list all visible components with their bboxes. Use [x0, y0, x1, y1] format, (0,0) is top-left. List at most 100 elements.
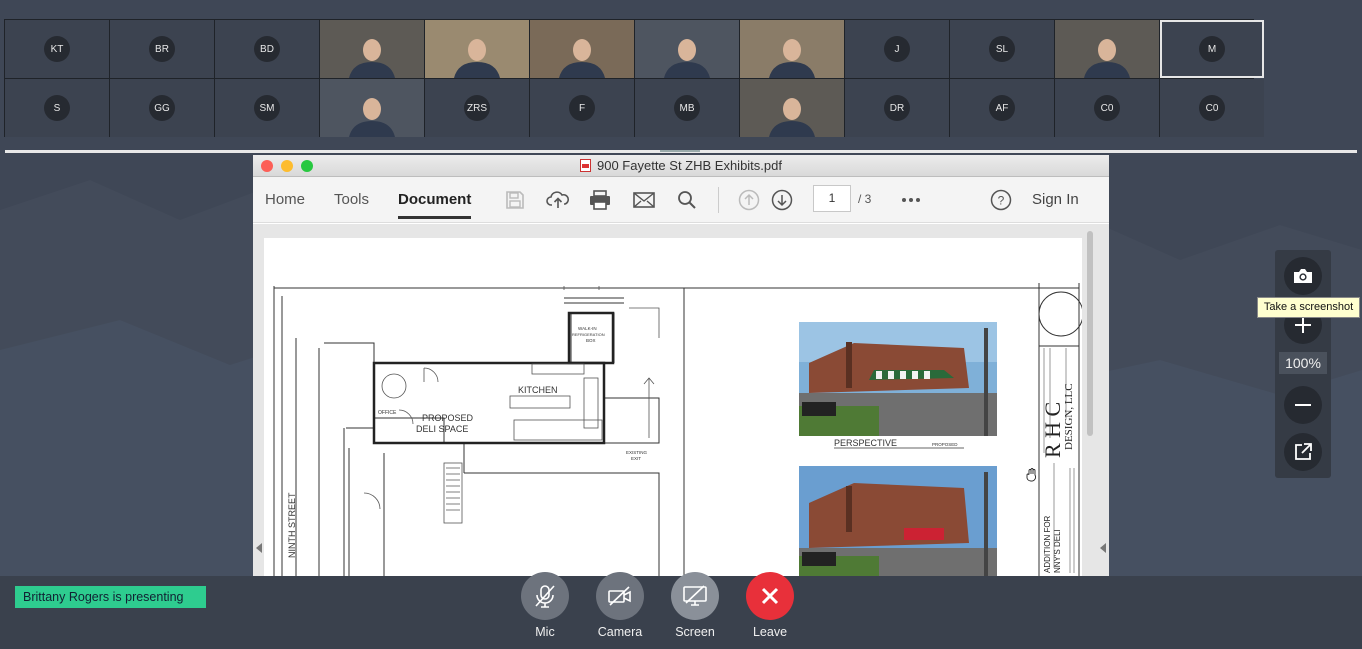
screenshot-button[interactable]: [1284, 257, 1322, 295]
participant-tile[interactable]: MB: [635, 79, 739, 137]
label-perspective: PERSPECTIVE: [834, 438, 897, 448]
label-proposed: PROPOSED: [422, 413, 474, 423]
scrollbar-thumb[interactable]: [1087, 231, 1093, 436]
participant-tile[interactable]: C0: [1160, 79, 1264, 137]
search-icon[interactable]: [675, 188, 699, 212]
divider-handle[interactable]: [660, 150, 700, 152]
mic-button[interactable]: [521, 572, 569, 620]
participant-tile[interactable]: KT: [5, 20, 109, 78]
previous-page-icon[interactable]: [737, 188, 761, 212]
participant-tile[interactable]: [320, 79, 424, 137]
participant-tile[interactable]: [320, 20, 424, 78]
participant-tile[interactable]: SL: [950, 20, 1054, 78]
avatar: ZRS: [464, 95, 490, 121]
next-page-icon[interactable]: [770, 188, 794, 212]
participant-tile[interactable]: BD: [215, 20, 319, 78]
participant-tile[interactable]: [740, 20, 844, 78]
zoom-out-button[interactable]: [1284, 386, 1322, 424]
page-number-input[interactable]: 1: [813, 185, 851, 212]
label-box: BOX: [586, 338, 596, 343]
maximize-window-button[interactable]: [301, 160, 313, 172]
label-exit: EXIT: [631, 456, 641, 461]
participant-tile[interactable]: J: [845, 20, 949, 78]
participant-video-icon: [349, 39, 395, 78]
minimize-window-button[interactable]: [281, 160, 293, 172]
participant-video-icon: [769, 39, 815, 78]
avatar: BD: [254, 36, 280, 62]
participant-tile[interactable]: SM: [215, 79, 319, 137]
mail-icon[interactable]: [632, 188, 656, 212]
pdf-file-icon: [580, 159, 591, 172]
participant-grid: KT BR BD J SL M S GG SM ZRS F MB DR AF C0 C0: [4, 19, 1264, 137]
label-proposed-small: PROPOSED: [932, 442, 958, 447]
floor-plan-drawing: PROPOSED DELI SPACE KITCHEN OFFICE WALK-…: [273, 283, 1084, 576]
presentation-controls: 100%: [1275, 250, 1331, 478]
avatar: J: [884, 36, 910, 62]
page-total: / 3: [858, 192, 872, 206]
participant-tile[interactable]: GG: [110, 79, 214, 137]
participant-tile[interactable]: AF: [950, 79, 1054, 137]
participant-tile[interactable]: BR: [110, 20, 214, 78]
participant-tile[interactable]: DR: [845, 79, 949, 137]
participant-video-icon: [349, 98, 395, 137]
participant-tile[interactable]: [530, 20, 634, 78]
label-addition: ADDITION FOR: [1043, 515, 1052, 573]
avatar: C0: [1094, 95, 1120, 121]
collapse-panel-arrow-icon[interactable]: [1100, 543, 1106, 553]
participant-tile[interactable]: [425, 20, 529, 78]
label-kitchen: KITCHEN: [518, 385, 558, 395]
tab-document[interactable]: Document: [398, 191, 472, 219]
participant-tile[interactable]: [1055, 20, 1159, 78]
screenshot-tooltip: Take a screenshot: [1257, 297, 1360, 318]
plus-icon: [1295, 317, 1311, 333]
presenting-badge: Brittany Rogers is presenting: [15, 586, 206, 608]
label-walkin: WALK-IN: [578, 326, 597, 331]
document-viewport[interactable]: PROPOSED DELI SPACE KITCHEN OFFICE WALK-…: [253, 224, 1109, 576]
minus-icon: [1295, 404, 1311, 406]
perspective-photo-1: [799, 322, 997, 436]
mic-muted-icon: [535, 585, 555, 608]
zoom-level: 100%: [1279, 352, 1327, 374]
pop-out-button[interactable]: [1284, 433, 1322, 471]
label-deli-space: DELI SPACE: [416, 424, 468, 434]
camera-button[interactable]: [596, 572, 644, 620]
avatar: C0: [1199, 95, 1225, 121]
print-icon[interactable]: [588, 188, 612, 212]
close-window-button[interactable]: [261, 160, 273, 172]
avatar: AF: [989, 95, 1015, 121]
participant-tile[interactable]: [740, 79, 844, 137]
participant-tile[interactable]: [635, 20, 739, 78]
avatar: KT: [44, 36, 70, 62]
participant-video-icon: [769, 98, 815, 137]
participant-tile[interactable]: F: [530, 79, 634, 137]
screen-button[interactable]: [671, 572, 719, 620]
avatar: GG: [149, 95, 175, 121]
window-title: 900 Fayette St ZHB Exhibits.pdf: [597, 158, 782, 173]
avatar: S: [44, 95, 70, 121]
sign-in-link[interactable]: Sign In: [1032, 191, 1079, 208]
toolbar-divider: [718, 187, 719, 213]
pdf-toolbar: Home Tools Document 1 / 3 ? Sign In: [253, 177, 1109, 223]
label-refrigeration: REFRIGERATION: [572, 332, 605, 337]
participant-video-icon: [454, 39, 500, 78]
avatar: SL: [989, 36, 1015, 62]
tab-home[interactable]: Home: [265, 191, 305, 208]
more-icon[interactable]: [899, 188, 923, 212]
prev-page-arrow-icon[interactable]: [256, 543, 262, 553]
pdf-page: PROPOSED DELI SPACE KITCHEN OFFICE WALK-…: [264, 238, 1084, 576]
avatar: F: [569, 95, 595, 121]
tab-tools[interactable]: Tools: [334, 191, 369, 208]
label-office: OFFICE: [378, 410, 397, 416]
participant-tile[interactable]: ZRS: [425, 79, 529, 137]
participant-tile[interactable]: M: [1160, 20, 1264, 78]
participant-tile[interactable]: S: [5, 79, 109, 137]
save-icon[interactable]: [503, 188, 527, 212]
window-titlebar[interactable]: 900 Fayette St ZHB Exhibits.pdf: [253, 155, 1109, 177]
avatar: DR: [884, 95, 910, 121]
participant-tile[interactable]: C0: [1055, 79, 1159, 137]
cloud-upload-icon[interactable]: [546, 188, 570, 212]
leave-button[interactable]: [746, 572, 794, 620]
help-icon[interactable]: ?: [989, 188, 1013, 212]
participant-video-icon: [1084, 39, 1130, 78]
vertical-scrollbar[interactable]: [1085, 231, 1095, 576]
